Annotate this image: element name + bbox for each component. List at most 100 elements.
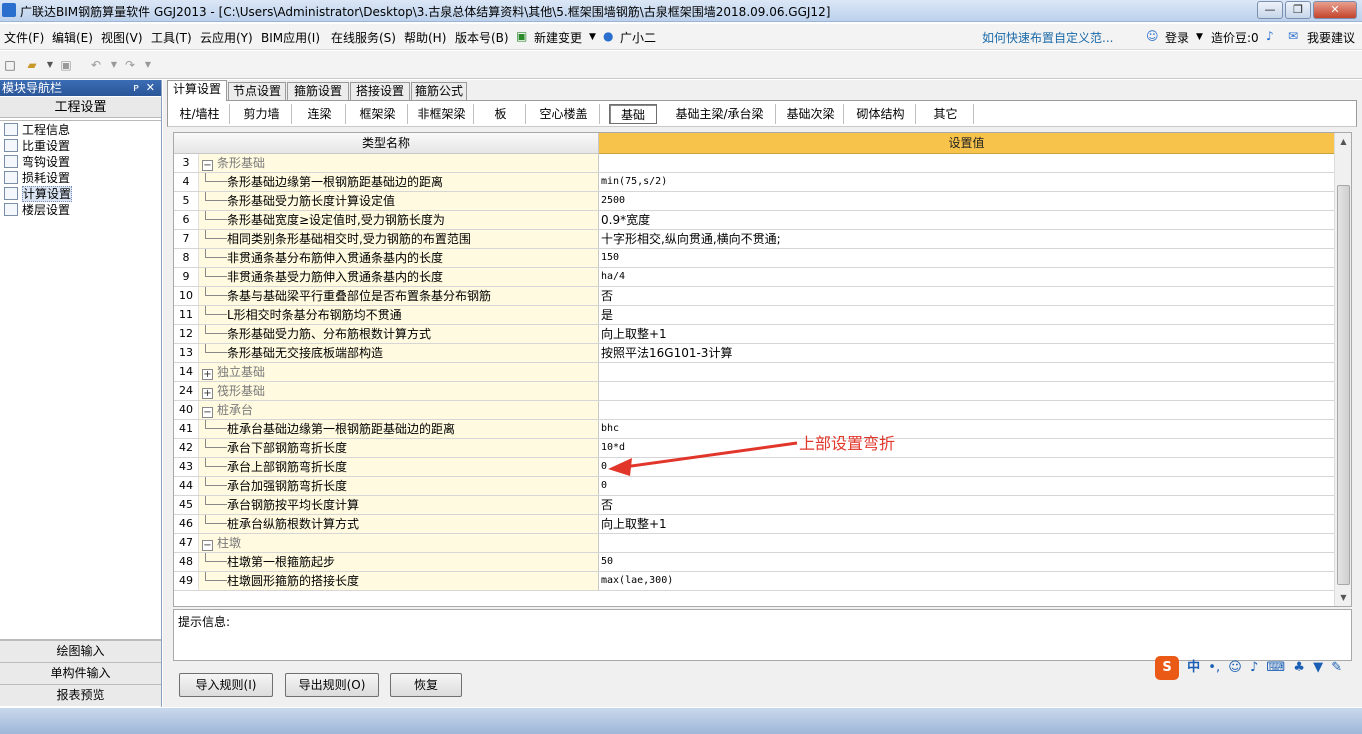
group-row[interactable]: 40− 桩承台 <box>174 401 1334 420</box>
pin-icon[interactable]: ᴘ <box>133 80 139 96</box>
tab-other[interactable]: 其它 <box>918 104 974 124</box>
group-row[interactable]: 47− 柱墩 <box>174 534 1334 553</box>
tab-non-frame-beam[interactable]: 非框架梁 <box>410 104 474 124</box>
expand-icon[interactable]: + <box>202 388 213 399</box>
row-value-cell[interactable]: 按照平法16G101-3计算 <box>599 344 1334 362</box>
row-value-cell[interactable]: min(75,s/2) <box>599 173 1334 191</box>
tree-item-hook[interactable]: 弯钩设置 <box>4 154 70 170</box>
table-row[interactable]: 4 条形基础边缘第一根钢筋距基础边的距离 min(75,s/2) <box>174 173 1334 192</box>
row-value-cell[interactable]: max(lae,300) <box>599 572 1334 590</box>
chevron-down-icon[interactable]: ▼ <box>589 32 596 42</box>
row-value-cell[interactable]: 2500 <box>599 192 1334 210</box>
tree-item-floors[interactable]: 楼层设置 <box>4 202 70 218</box>
close-icon[interactable]: ✕ <box>146 80 155 96</box>
tab-node-settings[interactable]: 节点设置 <box>228 82 286 100</box>
login-button[interactable]: 登录 <box>1165 29 1189 46</box>
minimize-button[interactable]: — <box>1257 1 1283 19</box>
row-value-cell[interactable]: 50 <box>599 553 1334 571</box>
group-row[interactable]: 24 + 筏形基础 <box>174 382 1334 401</box>
table-row[interactable]: 5 条形基础受力筋长度计算设定值 2500 <box>174 192 1334 211</box>
table-row[interactable]: 6 条形基础宽度≥设定值时,受力钢筋长度为 0.9*宽度 <box>174 211 1334 230</box>
table-row[interactable]: 48 柱墩第一根箍筋起步 50 <box>174 553 1334 572</box>
new-file-icon[interactable]: □ <box>2 57 18 73</box>
row-value-cell[interactable]: 是 <box>599 306 1334 324</box>
expand-icon[interactable]: + <box>202 369 213 380</box>
chevron-down-icon[interactable]: ▼ <box>1196 32 1203 42</box>
row-value-cell[interactable]: 向上取整+1 <box>599 325 1334 343</box>
table-row[interactable]: 8 非贯通条基分布筋伸入贯通条基内的长度 150 <box>174 249 1334 268</box>
keyboard-icon[interactable]: ⌨ <box>1266 660 1285 675</box>
scroll-down-icon[interactable]: ▼ <box>1335 589 1352 606</box>
row-value-cell[interactable] <box>599 534 1334 552</box>
open-folder-icon[interactable]: ▰ <box>24 57 40 73</box>
row-value-cell[interactable] <box>599 363 1334 381</box>
tab-coupling-beam[interactable]: 连梁 <box>294 104 346 124</box>
row-value-cell[interactable] <box>599 382 1334 400</box>
export-rules-button[interactable]: 导出规则(O) <box>285 673 379 697</box>
skin-icon[interactable]: ♣ <box>1293 660 1305 675</box>
restore-button[interactable]: 恢复 <box>390 673 462 697</box>
menu-help[interactable]: 帮助(H) <box>404 29 446 46</box>
menu-view[interactable]: 视图(V) <box>101 29 143 46</box>
tab-foundation[interactable]: 基础 <box>609 104 657 124</box>
table-row[interactable]: 46 桩承台纵筋根数计算方式 向上取整+1 <box>174 515 1334 534</box>
row-value-cell[interactable]: ha/4 <box>599 268 1334 286</box>
tree-item-project-info[interactable]: 工程信息 <box>4 122 70 138</box>
menu-edit[interactable]: 编辑(E) <box>52 29 93 46</box>
tab-slab[interactable]: 板 <box>476 104 526 124</box>
table-row[interactable]: 44 承台加强钢筋弯折长度 0 <box>174 477 1334 496</box>
table-row[interactable]: 10 条基与基础梁平行重叠部位是否布置条基分布钢筋 否 <box>174 287 1334 306</box>
row-value-cell[interactable]: 否 <box>599 496 1334 514</box>
nav-report-preview[interactable]: 报表预览 <box>0 684 161 706</box>
row-value-cell[interactable]: 0 <box>599 458 1334 476</box>
close-button[interactable]: ✕ <box>1313 1 1357 19</box>
tree-item-density[interactable]: 比重设置 <box>4 138 70 154</box>
nav-drawing-input[interactable]: 绘图输入 <box>0 640 161 662</box>
tab-hollow-floor[interactable]: 空心楼盖 <box>528 104 600 124</box>
save-icon[interactable]: ▣ <box>58 57 74 73</box>
table-row[interactable]: 41 桩承台基础边缘第一根钢筋距基础边的距离 bhc <box>174 420 1334 439</box>
nav-section-project-settings[interactable]: 工程设置 <box>0 96 161 118</box>
help-link[interactable]: 如何快速布置自定义范... <box>982 29 1113 46</box>
tab-frame-beam[interactable]: 框架梁 <box>348 104 408 124</box>
table-row[interactable]: 13 条形基础无交接底板端部构造 按照平法16G101-3计算 <box>174 344 1334 363</box>
table-row[interactable]: 45 承台钢筋按平均长度计算 否 <box>174 496 1334 515</box>
tab-foundation-secondary-beam[interactable]: 基础次梁 <box>778 104 844 124</box>
row-value-cell[interactable]: 0 <box>599 477 1334 495</box>
tab-lap-settings[interactable]: 搭接设置 <box>350 82 410 100</box>
menu-version[interactable]: 版本号(B) <box>455 29 509 46</box>
tab-masonry[interactable]: 砌体结构 <box>846 104 916 124</box>
group-row[interactable]: 3− 条形基础 <box>174 154 1334 173</box>
row-value-cell[interactable]: 向上取整+1 <box>599 515 1334 533</box>
shirt-icon[interactable]: ▼ <box>1313 660 1323 675</box>
menu-file[interactable]: 文件(F) <box>4 29 44 46</box>
menu-cloud[interactable]: 云应用(Y) <box>200 29 253 46</box>
emoji-icon[interactable]: ☺ <box>1228 660 1242 675</box>
row-value-cell[interactable]: 150 <box>599 249 1334 267</box>
collapse-icon[interactable]: − <box>202 407 213 418</box>
tab-stirrup-settings[interactable]: 箍筋设置 <box>287 82 349 100</box>
nav-single-member-input[interactable]: 单构件输入 <box>0 662 161 684</box>
suggest-button[interactable]: 我要建议 <box>1307 29 1355 46</box>
tree-item-calc-settings[interactable]: 计算设置 <box>4 186 73 202</box>
table-row[interactable]: 7 相同类别条形基础相交时,受力钢筋的布置范围 十字形相交,纵向贯通,横向不贯通; <box>174 230 1334 249</box>
row-value-cell[interactable] <box>599 401 1334 419</box>
row-value-cell[interactable] <box>599 154 1334 172</box>
tab-shear-wall[interactable]: 剪力墙 <box>232 104 292 124</box>
redo-icon[interactable]: ↷ <box>122 57 138 73</box>
bell-icon[interactable]: ♪ <box>1266 29 1274 43</box>
menu-bim[interactable]: BIM应用(I) <box>261 29 320 46</box>
tab-calc-settings[interactable]: 计算设置 <box>167 80 227 101</box>
row-value-cell[interactable]: 否 <box>599 287 1334 305</box>
undo-icon[interactable]: ↶ <box>88 57 104 73</box>
ime-mode[interactable]: 中 <box>1187 660 1200 675</box>
vertical-scrollbar[interactable]: ▲ ▼ <box>1334 133 1351 606</box>
import-rules-button[interactable]: 导入规则(I) <box>179 673 273 697</box>
tree-item-loss[interactable]: 损耗设置 <box>4 170 70 186</box>
chevron-down-icon[interactable]: ▼ <box>106 57 122 73</box>
menu-tools[interactable]: 工具(T) <box>151 29 192 46</box>
row-value-cell[interactable]: 10*d <box>599 439 1334 457</box>
menu-assistant[interactable]: 广小二 <box>620 29 656 46</box>
collapse-icon[interactable]: − <box>202 160 213 171</box>
collapse-icon[interactable]: − <box>202 540 213 551</box>
